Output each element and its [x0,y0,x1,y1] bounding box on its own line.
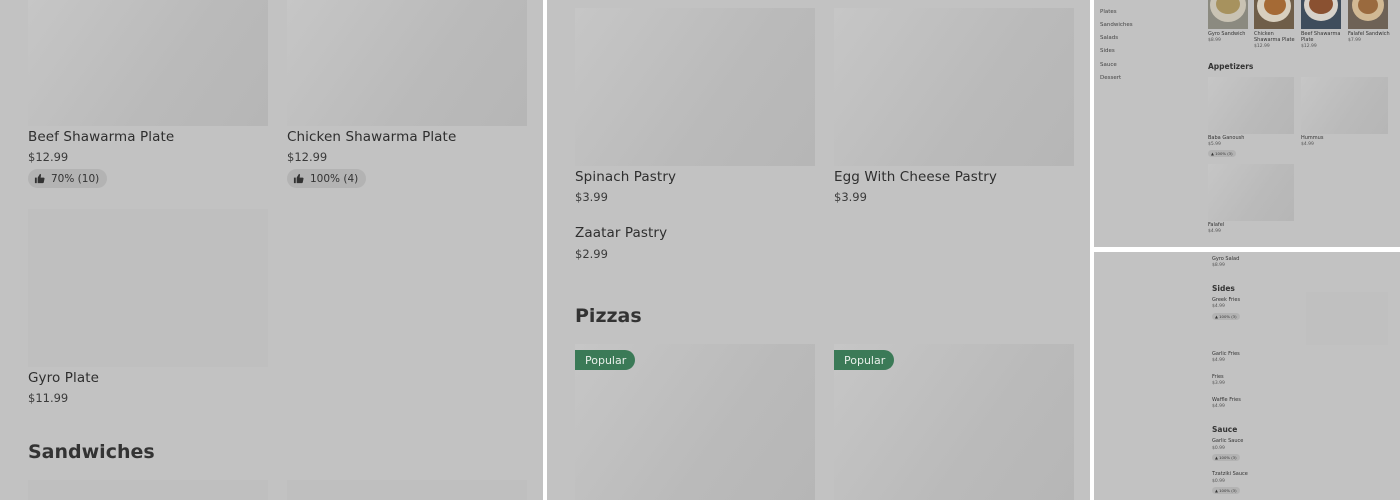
rating-badge: 70% (10) [28,169,108,188]
thumbs-up-icon: ▲ [1215,488,1218,493]
section-heading: Pizzas [575,305,642,327]
thumbs-up-icon: ▲ [1215,314,1218,319]
item-name[interactable]: Zaatar Pastry [575,225,667,241]
item-name[interactable]: Baba Ganoush [1208,135,1244,141]
popular-badge: Popular [834,350,895,370]
food-photo[interactable] [1254,0,1294,29]
item-price: $11.99 [28,391,69,405]
item-price: $0.99 [1212,479,1225,484]
item-image[interactable] [1208,77,1294,134]
rating-text: 70% (10) [51,172,100,185]
item-image[interactable] [834,8,1074,166]
item-name[interactable]: Beef Shawarma Plate [1301,31,1343,43]
item-name[interactable]: Garlic Sauce [1212,438,1243,444]
item-price: $4.99 [1212,404,1225,409]
category-nav-item[interactable]: Plates [1100,9,1117,15]
food-photo[interactable] [1301,0,1341,29]
category-nav-item[interactable]: Sides [1100,48,1115,54]
item-name[interactable]: Spinach Pastry [575,169,676,185]
rating-badge: ▲ 100% (3) [1208,150,1236,157]
item-image[interactable] [287,480,527,500]
item-price: $4.99 [1212,304,1225,309]
item-price: $4.99 [1301,142,1314,147]
food-photo[interactable] [1208,0,1248,29]
thumbs-up-icon [34,173,45,184]
item-name[interactable]: Falafel [1208,222,1224,228]
item-name[interactable]: Gyro Plate [28,370,99,386]
thumbs-up-icon: ▲ [1211,151,1214,156]
item-name[interactable]: Chicken Shawarma Plate [1254,31,1296,43]
item-price: $12.99 [1254,44,1270,49]
section-heading: Sauce [1212,425,1238,434]
item-price: $4.99 [1208,229,1221,234]
item-name[interactable]: Gyro Sandwich [1208,31,1250,37]
item-image[interactable] [1301,77,1388,134]
item-price: $12.99 [28,150,69,164]
item-image[interactable] [287,0,527,126]
rating-badge: ▲ 100% (3) [1212,454,1240,461]
item-name[interactable]: Hummus [1301,135,1323,141]
section-heading: Sides [1212,284,1235,293]
item-name[interactable]: Gyro Salad [1212,256,1239,262]
item-price: $2.99 [575,247,608,261]
rating-text: 100% (4) [310,172,359,185]
thumbs-up-icon: ▲ [1215,455,1218,460]
item-price: $8.99 [1212,263,1225,268]
item-price: $0.99 [1212,446,1225,451]
item-name[interactable]: Beef Shawarma Plate [28,129,174,145]
section-heading: Appetizers [1208,62,1254,71]
item-price: $5.99 [1208,142,1221,147]
popular-badge: Popular [575,350,636,370]
item-price: $7.99 [1348,38,1361,43]
item-name[interactable]: Egg With Cheese Pastry [834,169,997,185]
thumbs-up-icon [293,173,304,184]
item-price: $4.99 [1212,358,1225,363]
item-image[interactable] [28,209,268,367]
rating-text: 100% (3) [1219,314,1237,319]
menu-panel-plates: Beef Shawarma Plate $12.99 70% (10) Chic… [0,0,543,500]
item-name[interactable]: Greek Fries [1212,297,1240,303]
item-price: $3.99 [834,190,867,204]
item-image[interactable] [1208,164,1294,221]
item-price: $12.99 [1301,44,1317,49]
item-name[interactable]: Fries [1212,374,1224,380]
rating-text: 100% (3) [1219,455,1237,460]
item-name[interactable]: Falafel Sandwich [1348,31,1396,37]
item-name[interactable]: Waffle Fries [1212,397,1241,403]
menu-panel-pastries: Spinach Pastry $3.99 Egg With Cheese Pas… [547,0,1090,500]
item-price: $8.99 [1208,38,1221,43]
rating-badge: 100% (4) [287,169,367,188]
category-nav-item[interactable]: Dessert [1100,75,1121,81]
item-price: $12.99 [287,150,328,164]
category-nav-item[interactable]: Sauce [1100,62,1117,68]
menu-panel-overview: Plates Sandwiches Salads Sides Sauce Des… [1094,0,1400,247]
category-nav-item[interactable]: Sandwiches [1100,22,1133,28]
rating-badge: ▲ 100% (3) [1212,313,1240,320]
section-heading: Sandwiches [28,441,155,463]
rating-text: 100% (3) [1215,151,1233,156]
rating-text: 100% (3) [1219,488,1237,493]
item-name[interactable]: Garlic Fries [1212,351,1240,357]
item-image[interactable] [575,8,815,166]
item-name[interactable]: Chicken Shawarma Plate [287,129,456,145]
category-nav-item[interactable]: Salads [1100,35,1118,41]
food-photo[interactable] [1348,0,1388,29]
item-image[interactable] [1306,292,1388,345]
menu-panel-sides-sauce: Gyro Salad $8.99 Sides Greek Fries $4.99… [1094,252,1400,500]
item-image[interactable] [28,480,268,500]
item-price: $3.99 [1212,381,1225,386]
item-price: $3.99 [575,190,608,204]
item-name[interactable]: Tzatziki Sauce [1212,471,1248,477]
rating-badge: ▲ 100% (3) [1212,487,1240,494]
item-image[interactable] [28,0,268,126]
